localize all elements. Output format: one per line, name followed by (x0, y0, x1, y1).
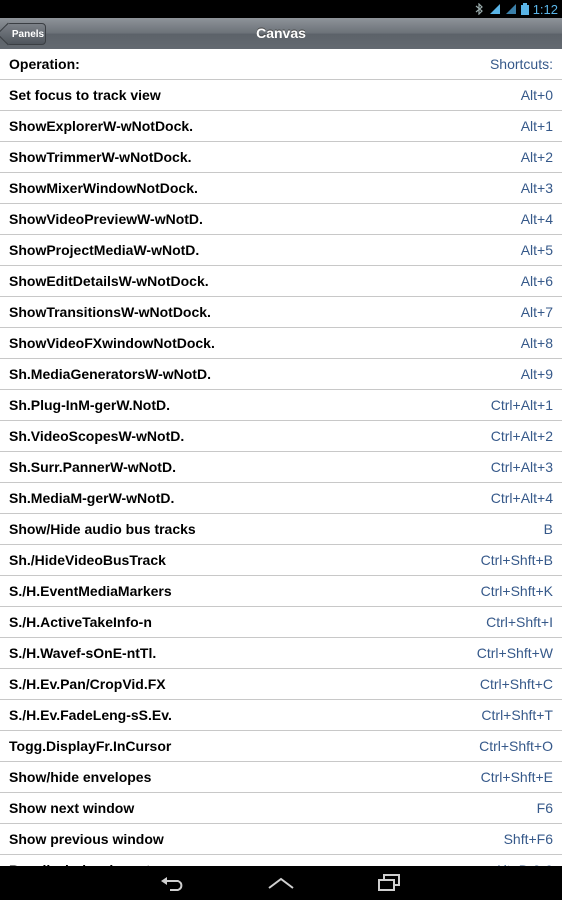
operation-label: Togg.DisplayFr.InCursor (9, 738, 172, 754)
shortcut-label: Ctrl+Shft+O (479, 738, 553, 754)
recent-apps-icon (378, 874, 400, 891)
operation-label: Show previous window (9, 831, 164, 847)
shortcut-label: Ctrl+Alt+3 (490, 459, 553, 475)
back-arrow-icon (161, 877, 183, 891)
list-item[interactable]: Recall window layoutAlt+D,0-9 (0, 855, 562, 866)
list-item[interactable]: ShowProjectMediaW-wNotD. Alt+5 (0, 235, 562, 266)
list-item[interactable]: Show/hide envelopes Ctrl+Shft+E (0, 762, 562, 793)
operation-label: ShowVideoPreviewW-wNotD. (9, 211, 203, 227)
shortcut-label: Alt+4 (520, 211, 553, 227)
page-title: Canvas (256, 25, 306, 41)
operation-label: ShowTransitionsW-wNotDock. (9, 304, 211, 320)
recent-apps-button[interactable] (375, 873, 403, 893)
operation-label: Show next window (9, 800, 135, 816)
operation-label: Sh.Plug-InM-gerW.NotD. (9, 397, 170, 413)
list-item[interactable]: ShowTrimmerW-wNotDock. Alt+2 (0, 142, 562, 173)
list-item[interactable]: S./H.Ev.FadeLeng-sS.Ev. Ctrl+Shft+T (0, 700, 562, 731)
back-nav-button[interactable] (159, 873, 187, 893)
operation-label: ShowVideoFXwindowNotDock. (9, 335, 215, 351)
operation-label: S./H.Ev.Pan/CropVid.FX (9, 676, 166, 692)
operation-label: Sh./HideVideoBusTrack (9, 552, 166, 568)
shortcut-label: Ctrl+Alt+2 (490, 428, 553, 444)
wifi-icon (489, 4, 500, 14)
shortcut-label: Ctrl+Shft+B (480, 552, 553, 568)
operation-label: S./H.ActiveTakeInfo-n (9, 614, 152, 630)
list-item[interactable]: S./H.Wavef-sOnE-ntTl. Ctrl+Shft+W (0, 638, 562, 669)
list-item[interactable]: ShowEditDetailsW-wNotDock. Alt+6 (0, 266, 562, 297)
list-item[interactable]: Sh.MediaM-gerW-wNotD. Ctrl+Alt+4 (0, 483, 562, 514)
operation-label: ShowMixerWindowNotDock. (9, 180, 198, 196)
shortcut-label: Alt+1 (520, 118, 553, 134)
list-item[interactable]: Sh.Surr.PannerW-wNotD. Ctrl+Alt+3 (0, 452, 562, 483)
shortcut-label: Alt+5 (520, 242, 553, 258)
operation-label: S./H.Wavef-sOnE-ntTl. (9, 645, 157, 661)
bluetooth-icon (475, 3, 483, 15)
status-icons: 1:12 (473, 0, 558, 18)
list-item[interactable]: Togg.DisplayFr.InCursor Ctrl+Shft+O (0, 731, 562, 762)
home-icon (268, 877, 294, 889)
list-item[interactable]: ShowMixerWindowNotDock. Alt+3 (0, 173, 562, 204)
shortcut-label: Ctrl+Shft+E (480, 769, 553, 785)
operation-label: ShowTrimmerW-wNotDock. (9, 149, 192, 165)
list-item[interactable]: Sh./HideVideoBusTrack Ctrl+Shft+B (0, 545, 562, 576)
shortcut-label: Alt+0 (520, 87, 553, 103)
status-bar: 1:12 (0, 0, 562, 18)
list-item[interactable]: Sh.VideoScopesW-wNotD. Ctrl+Alt+2 (0, 421, 562, 452)
shortcut-label: Alt+6 (520, 273, 553, 289)
list-header-row: Operation: Shortcuts: (0, 49, 562, 80)
shortcut-label: Ctrl+Alt+1 (490, 397, 553, 413)
list-item[interactable]: Show/Hide audio bus tracks B (0, 514, 562, 545)
list-item[interactable]: S./H.ActiveTakeInfo-n Ctrl+Shft+I (0, 607, 562, 638)
list-item[interactable]: ShowVideoFXwindowNotDock. Alt+8 (0, 328, 562, 359)
shortcut-label: Alt+2 (520, 149, 553, 165)
shortcut-label: Ctrl+Shft+W (476, 645, 553, 661)
back-button-label: Panels (11, 28, 45, 40)
operation-label: S./H.Ev.FadeLeng-sS.Ev. (9, 707, 172, 723)
shortcut-label: Ctrl+Shft+C (479, 676, 553, 692)
list-item[interactable]: Show previous window Shft+F6 (0, 824, 562, 855)
list-item[interactable]: Sh.Plug-InM-gerW.NotD. Ctrl+Alt+1 (0, 390, 562, 421)
shortcut-label: B (543, 521, 553, 537)
shortcut-list[interactable]: Operation: Shortcuts: Set focus to track… (0, 49, 562, 866)
list-item[interactable]: S./H.EventMediaMarkers Ctrl+Shft+K (0, 576, 562, 607)
shortcut-label: Alt+3 (520, 180, 553, 196)
operation-label: ShowProjectMediaW-wNotD. (9, 242, 200, 258)
signal-icon (505, 4, 516, 14)
operation-label: Set focus to track view (9, 87, 161, 103)
list-item[interactable]: ShowTransitionsW-wNotDock. Alt+7 (0, 297, 562, 328)
back-button[interactable]: Panels (6, 23, 46, 45)
list-item[interactable]: ShowVideoPreviewW-wNotD. Alt+4 (0, 204, 562, 235)
list-item[interactable]: Sh.MediaGeneratorsW-wNotD. Alt+9 (0, 359, 562, 390)
list-item[interactable]: Show next window F6 (0, 793, 562, 824)
shortcut-label: Alt+9 (520, 366, 553, 382)
operation-label: Sh.Surr.PannerW-wNotD. (9, 459, 176, 475)
battery-icon (520, 3, 529, 15)
operation-label: Sh.MediaM-gerW-wNotD. (9, 490, 175, 506)
shortcut-label: Ctrl+Shft+T (481, 707, 553, 723)
shortcut-label: Alt+8 (520, 335, 553, 351)
system-navigation-bar (0, 866, 562, 900)
list-item[interactable]: S./H.Ev.Pan/CropVid.FX Ctrl+Shft+C (0, 669, 562, 700)
shortcuts-header: Shortcuts: (489, 56, 553, 72)
shortcut-label: Ctrl+Shft+K (480, 583, 553, 599)
shortcut-label: Shft+F6 (503, 831, 553, 847)
operation-label: ShowExplorerW-wNotDock. (9, 118, 194, 134)
shortcut-label: Ctrl+Shft+I (486, 614, 553, 630)
navigation-bar: Canvas Panels (0, 18, 562, 50)
home-nav-button[interactable] (267, 873, 295, 893)
operation-label: Sh.MediaGeneratorsW-wNotD. (9, 366, 211, 382)
shortcut-label: Ctrl+Alt+4 (490, 490, 553, 506)
status-time: 1:12 (532, 1, 558, 17)
operation-label: S./H.EventMediaMarkers (9, 583, 172, 599)
operation-label: ShowEditDetailsW-wNotDock. (9, 273, 209, 289)
list-item[interactable]: Set focus to track view Alt+0 (0, 80, 562, 111)
operation-header: Operation: (9, 56, 80, 72)
shortcut-label: Alt+7 (520, 304, 553, 320)
list-item[interactable]: ShowExplorerW-wNotDock. Alt+1 (0, 111, 562, 142)
operation-label: Show/Hide audio bus tracks (9, 521, 196, 537)
operation-label: Show/hide envelopes (9, 769, 152, 785)
operation-label: Sh.VideoScopesW-wNotD. (9, 428, 185, 444)
shortcut-label: F6 (536, 800, 553, 816)
